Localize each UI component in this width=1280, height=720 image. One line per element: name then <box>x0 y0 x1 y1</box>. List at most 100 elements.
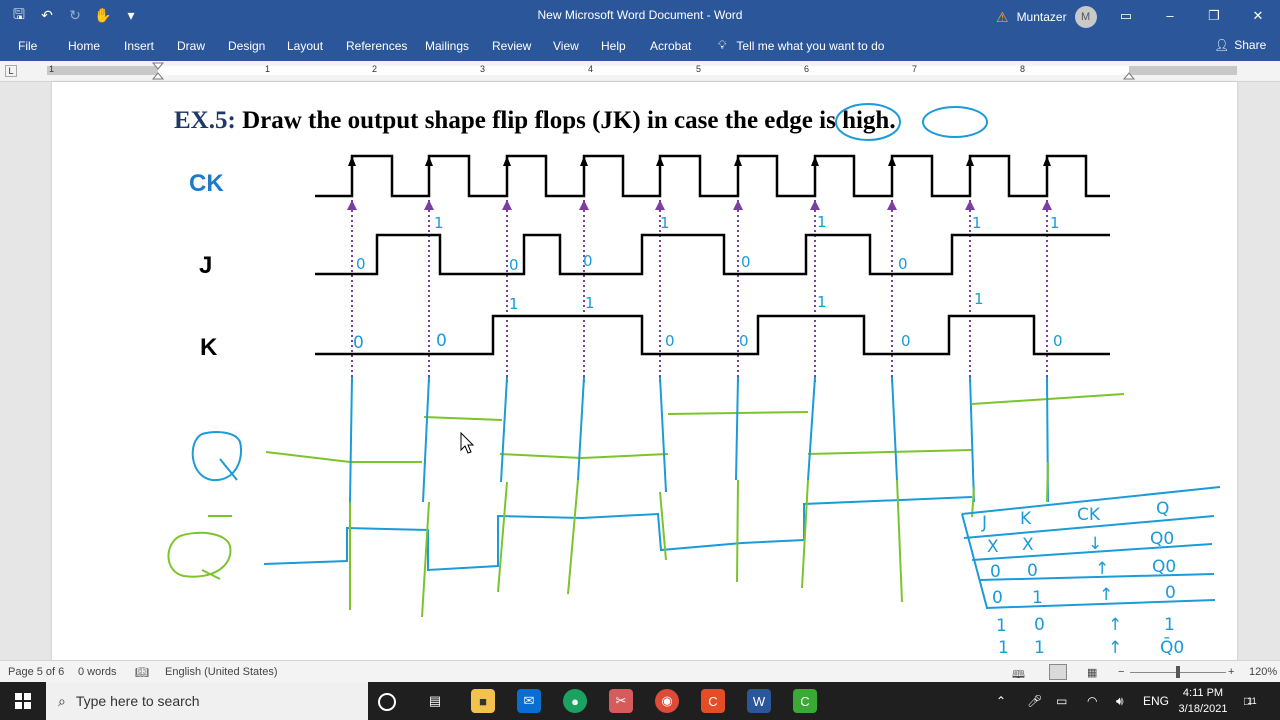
edge-guide-arrows <box>347 200 1052 210</box>
tab-view[interactable]: View <box>553 39 579 53</box>
cortana-icon[interactable] <box>378 693 396 711</box>
tab-references[interactable]: References <box>346 39 407 53</box>
mail-icon[interactable]: ✉ <box>517 689 541 713</box>
ink-j-value: 0 <box>583 252 593 270</box>
tell-me-box[interactable]: 💡︎ Tell me what you want to do <box>718 38 884 53</box>
user-area[interactable]: ⚠ Muntazer M <box>996 6 1097 28</box>
microphone-icon[interactable]: 🎤︎ <box>1027 682 1042 720</box>
file-explorer-icon[interactable]: ■ <box>471 689 495 713</box>
battery-icon[interactable]: ▭ <box>1056 682 1067 720</box>
ink-table-cell: 0 <box>1165 583 1176 603</box>
ruler-indent-markers[interactable] <box>0 61 1280 81</box>
j-waveform <box>315 233 1110 276</box>
snipping-tool-icon[interactable]: ✂ <box>609 689 633 713</box>
ribbon-tabs: File Home Insert Draw Design Layout Refe… <box>0 31 1280 61</box>
ink-table-cell: 0 <box>1027 561 1038 581</box>
tell-me-label: Tell me what you want to do <box>736 38 885 53</box>
ink-j-value: 0 <box>741 253 751 271</box>
ink-table-cell: 1 <box>996 616 1007 636</box>
ink-qbar-output-blue <box>263 496 973 572</box>
tab-acrobat[interactable]: Acrobat <box>650 39 691 53</box>
user-name: Muntazer <box>1016 10 1067 24</box>
ink-table-header: CK <box>1077 505 1101 525</box>
chrome-icon[interactable]: ◉ <box>655 689 679 713</box>
ink-table-cell: ↓ <box>1088 534 1102 554</box>
system-clock[interactable]: 4:11 PM 3/18/2021 <box>1170 685 1236 717</box>
ink-q-output-blue <box>349 376 1049 503</box>
page-count[interactable]: Page 5 of 6 <box>8 666 64 678</box>
ink-table-cell: ↑ <box>1095 559 1109 579</box>
ink-k-value: 0 <box>665 332 675 350</box>
tab-file[interactable]: File <box>18 39 37 53</box>
camtasia-red-icon[interactable]: C <box>701 689 725 713</box>
input-language[interactable]: ENG <box>1143 682 1169 720</box>
ink-circle-edge <box>835 103 901 141</box>
ink-table-cell: 1 <box>1032 588 1043 608</box>
timing-diagram: 0 1 0 0 1 0 1 0 1 1 0 0 1 1 0 0 1 0 1 0 <box>167 103 1221 658</box>
wifi-icon[interactable]: ◠ <box>1087 682 1097 720</box>
ink-j-value: 1 <box>817 213 827 231</box>
restore-icon[interactable]: ❐ <box>1192 0 1236 31</box>
mouse-cursor-icon <box>460 431 475 454</box>
document-page[interactable]: EX.5: Draw the output shape flip flops (… <box>52 82 1237 660</box>
share-button[interactable]: 👤︎ Share <box>1214 38 1266 52</box>
proofing-icon[interactable]: 📖︎ <box>135 666 149 679</box>
status-bar: Page 5 of 6 0 words 📖︎ English (United S… <box>0 660 1280 683</box>
word-icon[interactable]: W <box>747 689 771 713</box>
ink-q-label <box>191 431 242 482</box>
k-waveform <box>315 314 1110 356</box>
ink-table-cell: ↑ <box>1108 638 1122 658</box>
tab-review[interactable]: Review <box>492 39 531 53</box>
document-area[interactable]: EX.5: Draw the output shape flip flops (… <box>0 82 1280 660</box>
window-controls: ▭ – ❐ ✕ <box>1104 0 1280 31</box>
tab-layout[interactable]: Layout <box>287 39 323 53</box>
show-hidden-icons[interactable]: ⌃ <box>996 682 1006 720</box>
warning-icon[interactable]: ⚠ <box>996 9 1009 26</box>
language-indicator[interactable]: English (United States) <box>165 666 278 678</box>
ribbon-display-options-icon[interactable]: ▭ <box>1104 0 1148 31</box>
volume-icon[interactable]: 🔊︎ <box>1116 682 1124 720</box>
zoom-in-icon[interactable]: + <box>1228 666 1234 678</box>
person-icon: 👤︎ <box>1214 38 1230 52</box>
avatar[interactable]: M <box>1074 6 1097 28</box>
search-icon: ⌕ <box>58 692 66 709</box>
task-view-icon[interactable]: ▤ <box>423 689 447 713</box>
tab-design[interactable]: Design <box>228 39 265 53</box>
windows-taskbar: ⌕ Type here to search ▤ ■ ✉ ● ✂ ◉ C W C … <box>0 682 1280 720</box>
ink-table-header: J <box>981 513 987 533</box>
ck-waveform <box>315 154 1110 198</box>
ink-q-output-green <box>265 393 1125 463</box>
ink-k-value: 0 <box>353 333 364 353</box>
ink-k-value: 0 <box>1053 332 1063 350</box>
ink-qbar-label <box>167 531 232 580</box>
zoom-slider-thumb[interactable] <box>1176 666 1180 678</box>
ink-k-value: 0 <box>739 332 749 350</box>
start-button[interactable] <box>0 682 46 720</box>
camtasia-green-icon[interactable]: C <box>793 689 817 713</box>
title-bar: 🖫 ↶ ↻ ✋ ▾ New Microsoft Word Document - … <box>0 0 1280 31</box>
zoom-out-icon[interactable]: − <box>1118 666 1124 678</box>
ink-j-value: 0 <box>898 255 908 273</box>
tab-draw[interactable]: Draw <box>177 39 205 53</box>
ink-j-value: 1 <box>1050 214 1060 232</box>
ink-table-cell: 0 <box>1034 615 1045 635</box>
zoom-level[interactable]: 120% <box>1249 666 1277 678</box>
notification-center[interactable]: □ 11 <box>1244 682 1257 720</box>
maps-icon[interactable]: ● <box>563 689 587 713</box>
tab-help[interactable]: Help <box>601 39 626 53</box>
ink-j-value: 1 <box>972 214 982 232</box>
taskbar-search-box[interactable]: ⌕ Type here to search <box>46 682 368 720</box>
tab-home[interactable]: Home <box>68 39 100 53</box>
tab-mailings[interactable]: Mailings <box>425 39 469 53</box>
web-layout-icon[interactable]: ▦ <box>1087 666 1097 679</box>
print-layout-icon[interactable] <box>1049 664 1067 680</box>
word-count[interactable]: 0 words <box>78 666 117 678</box>
minimize-icon[interactable]: – <box>1148 0 1192 31</box>
notification-count: 11 <box>1247 696 1257 706</box>
close-icon[interactable]: ✕ <box>1236 0 1280 31</box>
lightbulb-icon: 💡︎ <box>718 38 727 52</box>
ink-k-value: 1 <box>817 293 827 311</box>
tab-insert[interactable]: Insert <box>124 39 154 53</box>
ink-table-cell: Q̄0 <box>1160 636 1184 658</box>
ink-k-value: 0 <box>901 332 911 350</box>
